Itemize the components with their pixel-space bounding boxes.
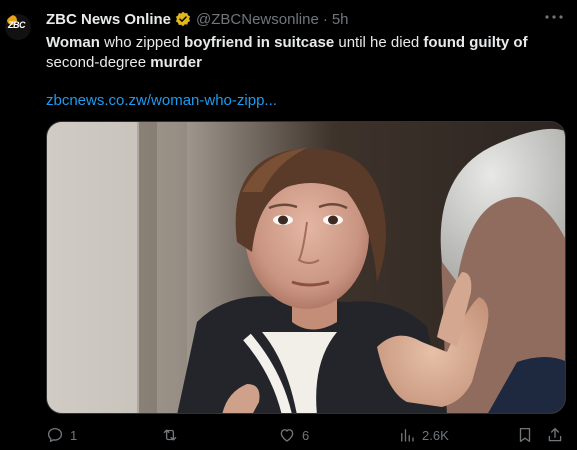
text-plain-2: until he died [334, 34, 424, 51]
verified-badge-icon[interactable] [175, 11, 191, 27]
tweet-header: ZBC News Online @ZBCNewsonline · 5h [46, 9, 349, 29]
account-name[interactable]: ZBC News Online [46, 11, 171, 28]
avatar[interactable]: ZBC [5, 14, 31, 40]
views-icon [401, 429, 414, 442]
text-bold-1: Woman [46, 34, 100, 51]
more-icon[interactable] [543, 8, 565, 26]
tweet-photo[interactable] [46, 121, 566, 414]
views-button[interactable]: 2.6K [398, 424, 449, 446]
like-icon [280, 429, 294, 442]
like-count: 6 [302, 427, 310, 443]
text-plain-3: second-degree [46, 54, 151, 71]
views-count: 2.6K [422, 427, 449, 443]
article-link[interactable]: zbcnews.co.zw/woman-who-zipp... [46, 92, 277, 109]
tweet[interactable]: ZBC ZBC News Online @ZBCNewsonline · 5h … [0, 0, 577, 450]
account-handle[interactable]: @ZBCNewsonline [196, 11, 319, 28]
tweet-text: Woman who zipped boyfriend in suitcase u… [46, 33, 556, 73]
text-bold-4: murder [150, 54, 202, 71]
like-button[interactable]: 6 [278, 424, 309, 446]
bookmark-icon [519, 427, 531, 443]
avatar-logo-text: ZBC [8, 20, 26, 30]
retweet-icon [163, 429, 177, 441]
photo-illustration [47, 122, 565, 413]
text-bold-3: found guilty of [423, 34, 528, 51]
reply-count: 1 [70, 427, 78, 443]
tweet-timestamp[interactable]: 5h [332, 11, 349, 28]
reply-icon [47, 427, 63, 443]
text-bold-2: boyfriend in suitcase [184, 34, 335, 51]
share-icon [548, 427, 562, 442]
action-bar: 1 6 2.6K [46, 424, 566, 446]
retweet-button[interactable] [161, 424, 185, 446]
share-button[interactable] [546, 424, 564, 446]
reply-button[interactable]: 1 [46, 424, 77, 446]
bookmark-button[interactable] [516, 424, 534, 446]
text-plain-1: who zipped [99, 34, 185, 51]
separator-dot: · [322, 10, 328, 28]
